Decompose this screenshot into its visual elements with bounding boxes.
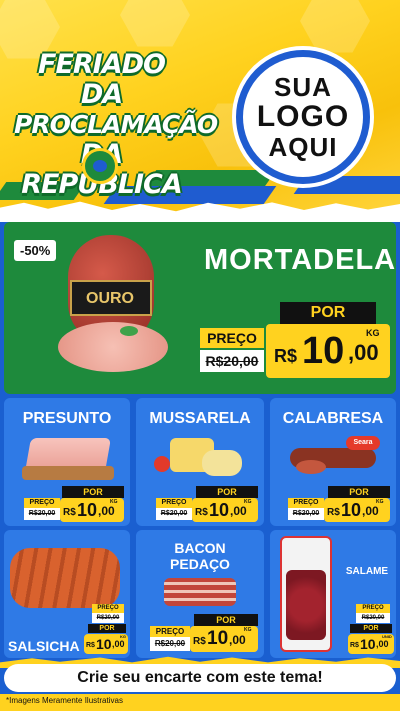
currency-symbol: R$ bbox=[193, 636, 206, 647]
current-price: R$ 10 ,00 KG bbox=[192, 498, 258, 522]
price-integer: 10 bbox=[209, 500, 230, 520]
currency-symbol: R$ bbox=[274, 346, 298, 366]
price-integer: 10 bbox=[360, 636, 376, 652]
flyer-page: FERIADO DA PROCLAMAÇÃO DA REPÚBLICA SUA … bbox=[0, 0, 400, 711]
disclaimer-text: *Imagens Meramente Ilustrativas bbox=[6, 696, 123, 705]
cta-button[interactable]: Crie seu encarte com este tema! bbox=[4, 664, 396, 692]
tomato-image bbox=[154, 456, 170, 472]
hexagon-decoration bbox=[120, 0, 190, 47]
por-label: POR bbox=[350, 624, 392, 633]
price-integer: 10 bbox=[77, 500, 98, 520]
herb-garnish bbox=[120, 326, 138, 336]
price-decimal: ,00 bbox=[376, 639, 389, 649]
header-banner: FERIADO DA PROCLAMAÇÃO DA REPÚBLICA SUA … bbox=[0, 0, 400, 212]
preco-label: PREÇO bbox=[150, 626, 190, 637]
current-price: R$ 10 ,00 KG bbox=[266, 324, 390, 378]
por-label: POR bbox=[88, 624, 126, 633]
brand-name: OURO bbox=[86, 290, 134, 307]
price-integer: 10 bbox=[207, 628, 229, 649]
old-price: R$20,00 bbox=[356, 613, 390, 623]
logo-placeholder[interactable]: SUA LOGO AQUI bbox=[232, 46, 374, 188]
current-price: R$ 10 ,00 KG bbox=[190, 626, 258, 652]
product-title-line: BACON bbox=[174, 540, 226, 556]
brazil-seal-icon bbox=[82, 148, 118, 184]
currency-symbol: R$ bbox=[195, 507, 208, 518]
currency-symbol: R$ bbox=[86, 642, 95, 649]
product-title: CALABRESA bbox=[282, 410, 384, 427]
old-price: R$20,00 bbox=[288, 508, 324, 520]
currency-symbol: R$ bbox=[350, 642, 359, 649]
price-decimal: ,00 bbox=[229, 633, 246, 647]
old-price: R$20,00 bbox=[92, 613, 124, 623]
price-decimal: ,00 bbox=[112, 639, 125, 649]
cutting-board-image bbox=[22, 466, 114, 480]
preco-label: PREÇO bbox=[92, 604, 124, 613]
product-card-salame[interactable]: SALAME PREÇO R$20,00 POR R$ 10 ,00 UNID bbox=[270, 530, 396, 658]
product-card-presunto[interactable]: PRESUNTO POR PREÇO R$20,00 R$ 10 ,00 KG bbox=[4, 398, 130, 526]
product-title: SALSICHA bbox=[8, 638, 80, 654]
price-unit: KG bbox=[110, 499, 118, 505]
bacon-image bbox=[164, 578, 236, 606]
current-price: R$ 10 ,00 KG bbox=[324, 498, 390, 522]
price-unit: KG bbox=[244, 499, 252, 505]
preco-label: PREÇO bbox=[200, 328, 264, 348]
price-decimal: ,00 bbox=[348, 340, 379, 365]
logo-text: SUA bbox=[274, 72, 332, 102]
price-unit: KG bbox=[120, 634, 126, 639]
old-price: R$20,00 bbox=[200, 350, 264, 372]
logo-placeholder-inner: SUA LOGO AQUI bbox=[243, 57, 363, 177]
product-title-line: PEDAÇO bbox=[170, 556, 230, 572]
mortadela-slices bbox=[58, 322, 168, 372]
currency-symbol: R$ bbox=[327, 507, 340, 518]
product-title: SALAME bbox=[345, 566, 389, 577]
product-card-bacon[interactable]: BACON PEDAÇO POR PREÇO R$20,00 R$ 10 ,00… bbox=[136, 530, 264, 658]
current-price: R$ 10 ,00 KG bbox=[84, 634, 128, 654]
price-decimal: ,00 bbox=[362, 504, 379, 518]
price-unit: UNID bbox=[382, 634, 392, 639]
current-price: R$ 10 ,00 UNID bbox=[348, 634, 394, 654]
por-label: POR bbox=[328, 486, 390, 498]
price-decimal: ,00 bbox=[98, 504, 115, 518]
por-label: POR bbox=[280, 302, 376, 324]
holiday-title-line: PROCLAMAÇÃO bbox=[14, 110, 218, 139]
price-decimal: ,00 bbox=[230, 504, 247, 518]
price-unit: KG bbox=[366, 328, 380, 338]
calabresa-slices bbox=[296, 460, 326, 474]
price-integer: 10 bbox=[96, 636, 112, 652]
por-label: POR bbox=[194, 614, 258, 626]
currency-symbol: R$ bbox=[63, 507, 76, 518]
featured-product-card[interactable]: OURO -50% MORTADELA POR PREÇO R$20,00 R$… bbox=[4, 222, 396, 394]
mussarela-slices bbox=[202, 450, 242, 476]
price-integer: 10 bbox=[302, 330, 345, 372]
por-label: POR bbox=[62, 486, 124, 498]
salame-slices bbox=[286, 570, 326, 640]
current-price: R$ 10 ,00 KG bbox=[60, 498, 124, 522]
old-price: R$20,00 bbox=[24, 508, 60, 520]
product-title: MUSSARELA bbox=[149, 410, 251, 427]
price-unit: KG bbox=[244, 627, 252, 633]
product-title: PRESUNTO bbox=[22, 410, 112, 427]
mortadela-image: OURO bbox=[58, 230, 168, 380]
preco-label: PREÇO bbox=[356, 604, 390, 613]
preco-label: PREÇO bbox=[24, 498, 60, 508]
mortadela-label: OURO bbox=[70, 280, 152, 316]
logo-text: LOGO bbox=[256, 100, 350, 133]
old-price: R$20,00 bbox=[156, 508, 192, 520]
product-title: BACON PEDAÇO bbox=[136, 540, 264, 572]
product-title: MORTADELA bbox=[204, 244, 396, 276]
product-card-salsicha[interactable]: SALSICHA PREÇO R$20,00 POR R$ 10 ,00 KG bbox=[4, 530, 130, 658]
product-card-mussarela[interactable]: MUSSARELA POR PREÇO R$20,00 R$ 10 ,00 KG bbox=[136, 398, 264, 526]
logo-text: AQUI bbox=[268, 132, 338, 162]
preco-label: PREÇO bbox=[156, 498, 192, 508]
holiday-title-line: FERIADO DA bbox=[38, 49, 166, 110]
product-card-calabresa[interactable]: CALABRESA Seara POR PREÇO R$20,00 R$ 10 … bbox=[270, 398, 396, 526]
salsicha-image bbox=[10, 548, 120, 608]
seara-logo: Seara bbox=[346, 436, 380, 450]
por-label: POR bbox=[196, 486, 258, 498]
preco-label: PREÇO bbox=[288, 498, 324, 508]
price-integer: 10 bbox=[341, 500, 362, 520]
old-price: R$20,00 bbox=[150, 637, 190, 651]
discount-badge: -50% bbox=[14, 240, 57, 261]
price-unit: KG bbox=[376, 499, 384, 505]
